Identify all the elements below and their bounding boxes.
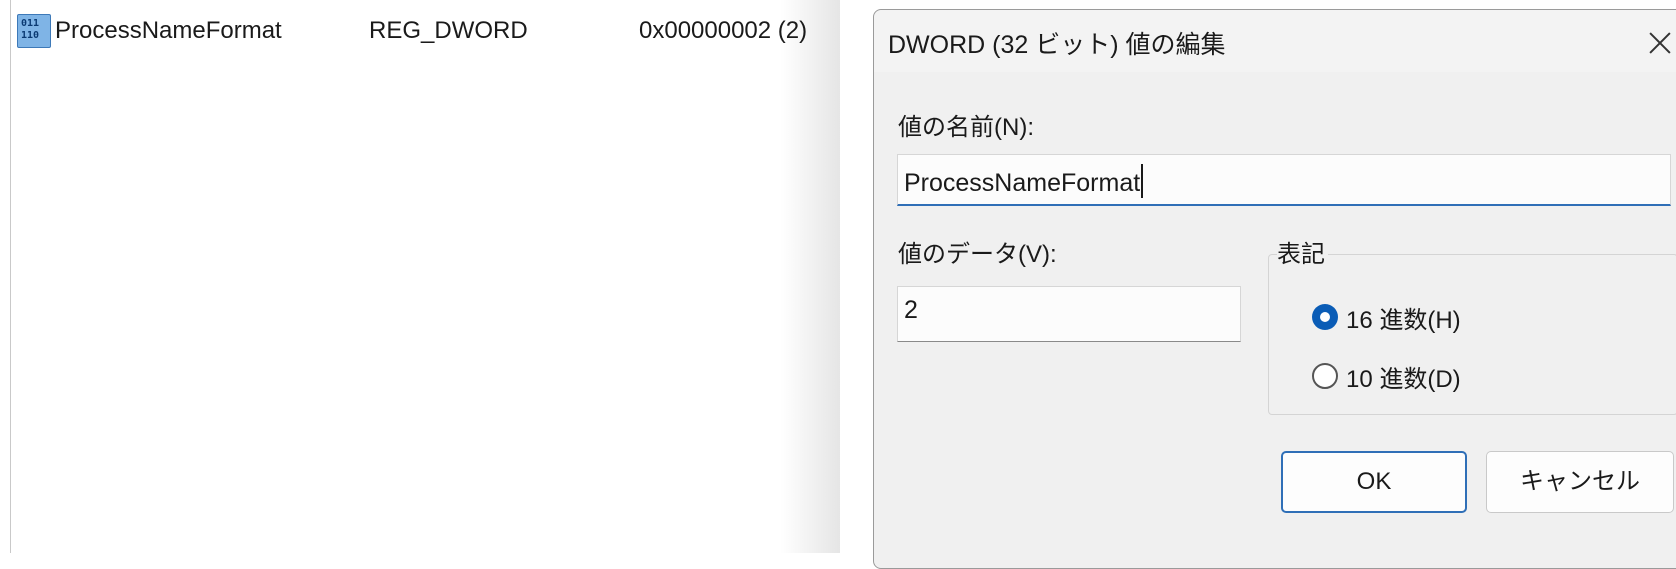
base-groupbox bbox=[1268, 254, 1676, 415]
hexadecimal-label: 16 進数(H) bbox=[1346, 307, 1461, 334]
pane-divider bbox=[10, 0, 11, 553]
value-type-cell: REG_DWORD bbox=[369, 17, 528, 44]
dialog-title: DWORD (32 ビット) 値の編集 bbox=[888, 31, 1226, 59]
edit-dword-dialog: DWORD (32 ビット) 値の編集 値の名前(N): ProcessName… bbox=[873, 9, 1676, 569]
dialog-shadow bbox=[780, 0, 840, 553]
decimal-label: 10 進数(D) bbox=[1346, 366, 1461, 393]
close-button[interactable] bbox=[1641, 22, 1676, 62]
ok-button[interactable]: OK bbox=[1281, 451, 1467, 513]
text-caret bbox=[1141, 164, 1144, 198]
value-data-label: 値のデータ(V): bbox=[898, 241, 1057, 268]
base-group-label: 表記 bbox=[1277, 234, 1328, 269]
value-name-label: 値の名前(N): bbox=[898, 114, 1034, 141]
radio-checked-icon bbox=[1312, 304, 1338, 330]
value-name-text: ProcessNameFormat bbox=[904, 169, 1141, 197]
radio-unchecked-icon bbox=[1312, 363, 1338, 389]
dword-value-icon: 011 110 bbox=[17, 14, 51, 48]
registry-value-row[interactable]: 011 110 ProcessNameFormat REG_DWORD 0x00… bbox=[17, 14, 897, 50]
dialog-titlebar[interactable]: DWORD (32 ビット) 値の編集 bbox=[874, 10, 1676, 72]
value-name-field[interactable]: ProcessNameFormat bbox=[897, 154, 1671, 206]
value-name-cell: ProcessNameFormat bbox=[55, 17, 282, 44]
cancel-button[interactable]: キャンセル bbox=[1486, 451, 1674, 513]
value-data-text: 2 bbox=[904, 296, 918, 324]
value-data-field[interactable]: 2 bbox=[897, 286, 1241, 342]
